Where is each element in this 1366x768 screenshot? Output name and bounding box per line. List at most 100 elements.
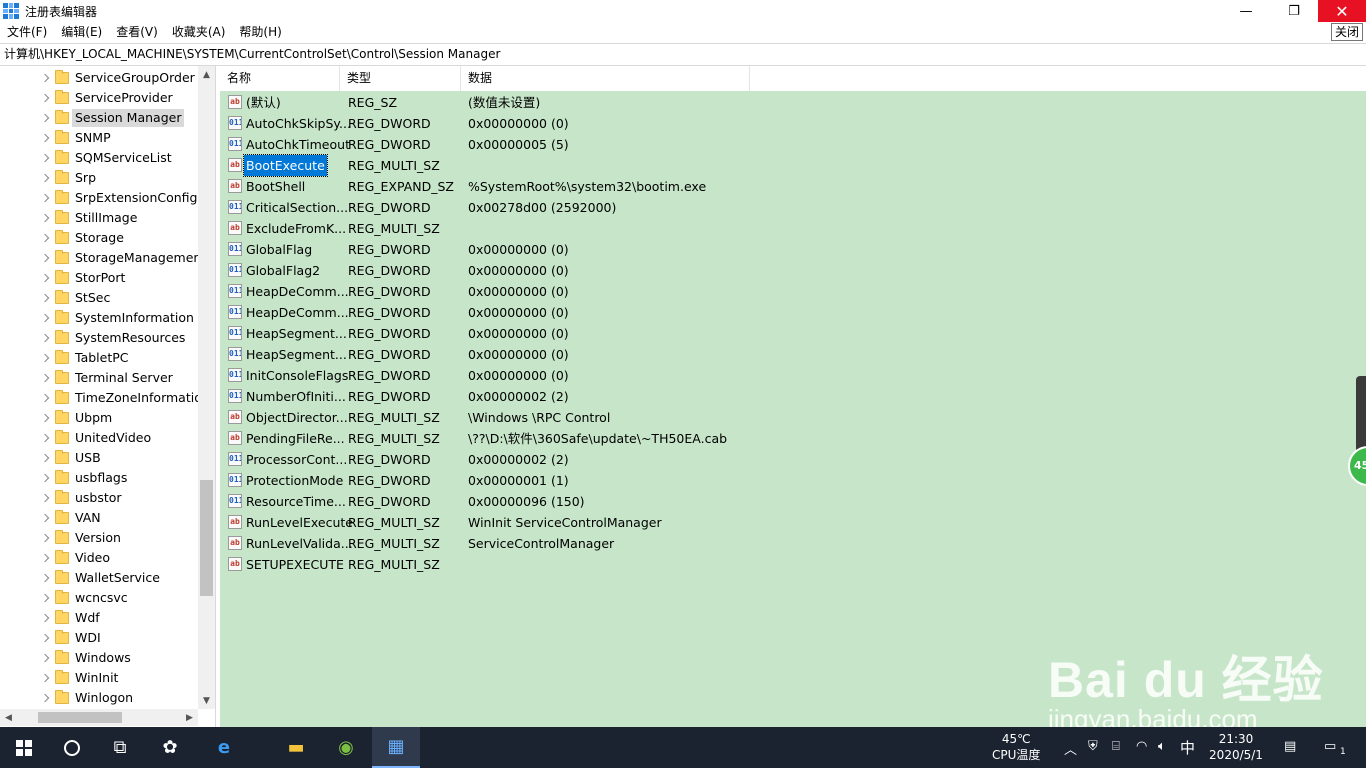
expand-chevron-icon[interactable] bbox=[40, 113, 50, 123]
ime-indicator[interactable]: 中 bbox=[1180, 737, 1195, 758]
expand-chevron-icon[interactable] bbox=[40, 633, 50, 643]
start-button[interactable] bbox=[0, 727, 48, 768]
value-row[interactable]: ab RunLevelExecute REG_MULTI_SZ WinInit Ser… bbox=[220, 512, 1120, 533]
value-row[interactable]: ab PendingFileRe... REG_MULTI_SZ \??\D:\软件\… bbox=[220, 428, 1120, 449]
expand-chevron-icon[interactable] bbox=[40, 193, 50, 203]
clock[interactable]: 21:30 2020/5/1 bbox=[1204, 731, 1268, 763]
value-row[interactable]: 011 ProtectionMode REG_DWORD 0x00000001 (1) bbox=[220, 470, 1120, 491]
regedit-taskbar-button[interactable]: ▦ bbox=[372, 727, 420, 768]
expand-chevron-icon[interactable] bbox=[40, 693, 50, 703]
expand-chevron-icon[interactable] bbox=[40, 93, 50, 103]
expand-chevron-icon[interactable] bbox=[40, 153, 50, 163]
expand-chevron-icon[interactable] bbox=[40, 413, 50, 423]
column-name[interactable]: 名称 bbox=[220, 66, 340, 91]
tree-item-label: SNMP bbox=[75, 130, 111, 145]
scroll-thumb[interactable] bbox=[200, 480, 213, 596]
value-row[interactable]: 011 ResourceTime...REG_DWORD 0x00000096 (1… bbox=[220, 491, 1120, 512]
value-row[interactable]: ab SETUPEXECUTE REG_MULTI_SZ bbox=[220, 554, 1120, 575]
volume-icon[interactable]: 🔈︎ bbox=[1158, 739, 1166, 754]
value-row[interactable]: 011 GlobalFlag REG_DWORD 0x00000000 (0) bbox=[220, 239, 1120, 260]
folder-icon bbox=[55, 510, 69, 524]
show-hidden-icons-chevron-icon[interactable]: ︿ bbox=[1064, 739, 1077, 758]
value-row[interactable]: ab (默认) REG_SZ (数值未设置) bbox=[220, 92, 1120, 113]
scroll-left-arrow-icon[interactable]: ◀ bbox=[0, 709, 17, 726]
cpu-temp[interactable]: 45℃ CPU温度 bbox=[992, 731, 1040, 763]
expand-chevron-icon[interactable] bbox=[40, 433, 50, 443]
value-row[interactable]: 011 ProcessorCont...REG_DWORD 0x00000002 (… bbox=[220, 449, 1120, 470]
address-bar[interactable]: 计算机\HKEY_LOCAL_MACHINE\SYSTEM\CurrentCon… bbox=[0, 43, 1366, 66]
menu-edit[interactable]: 编辑(E) bbox=[54, 22, 109, 42]
expand-chevron-icon[interactable] bbox=[40, 233, 50, 243]
file-explorer-button[interactable]: ▬ bbox=[272, 727, 320, 768]
value-row[interactable]: ab BootExecute REG_MULTI_SZ bbox=[220, 154, 1120, 177]
task-view-button[interactable]: ⧉ bbox=[96, 727, 144, 768]
value-row[interactable]: ab RunLevelValida... REG_MULTI_SZ ServiceCo… bbox=[220, 533, 1120, 554]
expand-chevron-icon[interactable] bbox=[40, 613, 50, 623]
value-row[interactable]: 011 AutoChkTimeoutREG_DWORD 0x00000005 (5) bbox=[220, 134, 1120, 155]
value-row[interactable]: 011 HeapSegment...REG_DWORD 0x00000000 (0) bbox=[220, 344, 1120, 365]
value-row[interactable]: ab ObjectDirector... REG_MULTI_SZ \Windows … bbox=[220, 407, 1120, 428]
value-row[interactable]: 011 AutoChkSkipSy...REG_DWORD 0x00000000 (… bbox=[220, 113, 1120, 134]
expand-chevron-icon[interactable] bbox=[40, 493, 50, 503]
tree-horizontal-scrollbar[interactable]: ◀ ▶ bbox=[0, 709, 198, 726]
expand-chevron-icon[interactable] bbox=[40, 313, 50, 323]
expand-chevron-icon[interactable] bbox=[40, 273, 50, 283]
restore-button[interactable]: ❐ bbox=[1270, 0, 1318, 22]
menu-help[interactable]: 帮助(H) bbox=[232, 22, 288, 42]
expand-chevron-icon[interactable] bbox=[40, 293, 50, 303]
address-path[interactable]: 计算机\HKEY_LOCAL_MACHINE\SYSTEM\CurrentCon… bbox=[0, 44, 1366, 65]
value-row[interactable]: 011 HeapDeComm...REG_DWORD 0x00000000 (0) bbox=[220, 281, 1120, 302]
expand-chevron-icon[interactable] bbox=[40, 573, 50, 583]
value-row[interactable]: ab BootShell REG_EXPAND_SZ %SystemRoot%\sys… bbox=[220, 176, 1120, 197]
notes-icon[interactable]: ▤ bbox=[1284, 739, 1296, 754]
expand-chevron-icon[interactable] bbox=[40, 133, 50, 143]
minimize-button[interactable]: — bbox=[1222, 0, 1270, 22]
expand-chevron-icon[interactable] bbox=[40, 553, 50, 563]
browser-360-button[interactable]: ◉ bbox=[322, 727, 370, 768]
security-shield-icon[interactable]: ⛨ bbox=[1088, 739, 1098, 754]
expand-chevron-icon[interactable] bbox=[40, 373, 50, 383]
column-type[interactable]: 类型 bbox=[340, 66, 461, 91]
expand-chevron-icon[interactable] bbox=[40, 593, 50, 603]
scroll-down-arrow-icon[interactable]: ▼ bbox=[198, 692, 215, 709]
tree-vertical-scrollbar[interactable]: ▲ ▼ bbox=[198, 66, 215, 709]
expand-chevron-icon[interactable] bbox=[40, 453, 50, 463]
expand-chevron-icon[interactable] bbox=[40, 213, 50, 223]
key-tree[interactable]: ServiceGroupOrder ServiceProvider Session … bbox=[0, 66, 216, 727]
value-list[interactable]: 名称 类型 数据 ab (默认) REG_SZ (数值未设置) 011 AutoChkSk… bbox=[220, 66, 1366, 727]
action-center-icon[interactable]: ▭ bbox=[1324, 739, 1336, 754]
value-row[interactable]: 011 InitConsoleFlagsREG_DWORD 0x00000000 (… bbox=[220, 365, 1120, 386]
expand-chevron-icon[interactable] bbox=[40, 393, 50, 403]
pinwheel-app-button[interactable]: ✿ bbox=[146, 727, 194, 768]
menu-view[interactable]: 查看(V) bbox=[109, 22, 165, 42]
value-row[interactable]: ab ExcludeFromK... REG_MULTI_SZ bbox=[220, 218, 1120, 239]
menu-file[interactable]: 文件(F) bbox=[0, 22, 54, 42]
expand-chevron-icon[interactable] bbox=[40, 333, 50, 343]
scroll-up-arrow-icon[interactable]: ▲ bbox=[198, 66, 215, 83]
close-button[interactable]: ✕ bbox=[1318, 0, 1366, 22]
folder-icon bbox=[55, 570, 69, 584]
value-row[interactable]: 011 NumberOfIniti...REG_DWORD 0x00000002 (… bbox=[220, 386, 1120, 407]
search-button[interactable] bbox=[48, 727, 96, 768]
scroll-right-arrow-icon[interactable]: ▶ bbox=[181, 709, 198, 726]
value-row[interactable]: 011 GlobalFlag2 REG_DWORD 0x00000000 (0) bbox=[220, 260, 1120, 281]
expand-chevron-icon[interactable] bbox=[40, 73, 50, 83]
expand-chevron-icon[interactable] bbox=[40, 513, 50, 523]
expand-chevron-icon[interactable] bbox=[40, 173, 50, 183]
value-row[interactable]: 011 CriticalSection...REG_DWORD 0x00278d00… bbox=[220, 197, 1120, 218]
column-data[interactable]: 数据 bbox=[461, 66, 750, 91]
expand-chevron-icon[interactable] bbox=[40, 653, 50, 663]
value-row[interactable]: 011 HeapSegment...REG_DWORD 0x00000000 (0) bbox=[220, 323, 1120, 344]
menu-favorites[interactable]: 收藏夹(A) bbox=[165, 22, 233, 42]
expand-chevron-icon[interactable] bbox=[40, 473, 50, 483]
network-adapter-icon[interactable]: ⌸ bbox=[1112, 739, 1120, 754]
expand-chevron-icon[interactable] bbox=[40, 353, 50, 363]
scroll-thumb-horizontal[interactable] bbox=[38, 712, 122, 723]
expand-chevron-icon[interactable] bbox=[40, 253, 50, 263]
wifi-icon[interactable]: ◠ bbox=[1136, 739, 1147, 754]
value-row[interactable]: 011 HeapDeComm...REG_DWORD 0x00000000 (0) bbox=[220, 302, 1120, 323]
ie-browser-button[interactable]: e bbox=[200, 727, 248, 768]
expand-chevron-icon[interactable] bbox=[40, 673, 50, 683]
expand-chevron-icon[interactable] bbox=[40, 533, 50, 543]
folder-icon bbox=[55, 470, 69, 484]
